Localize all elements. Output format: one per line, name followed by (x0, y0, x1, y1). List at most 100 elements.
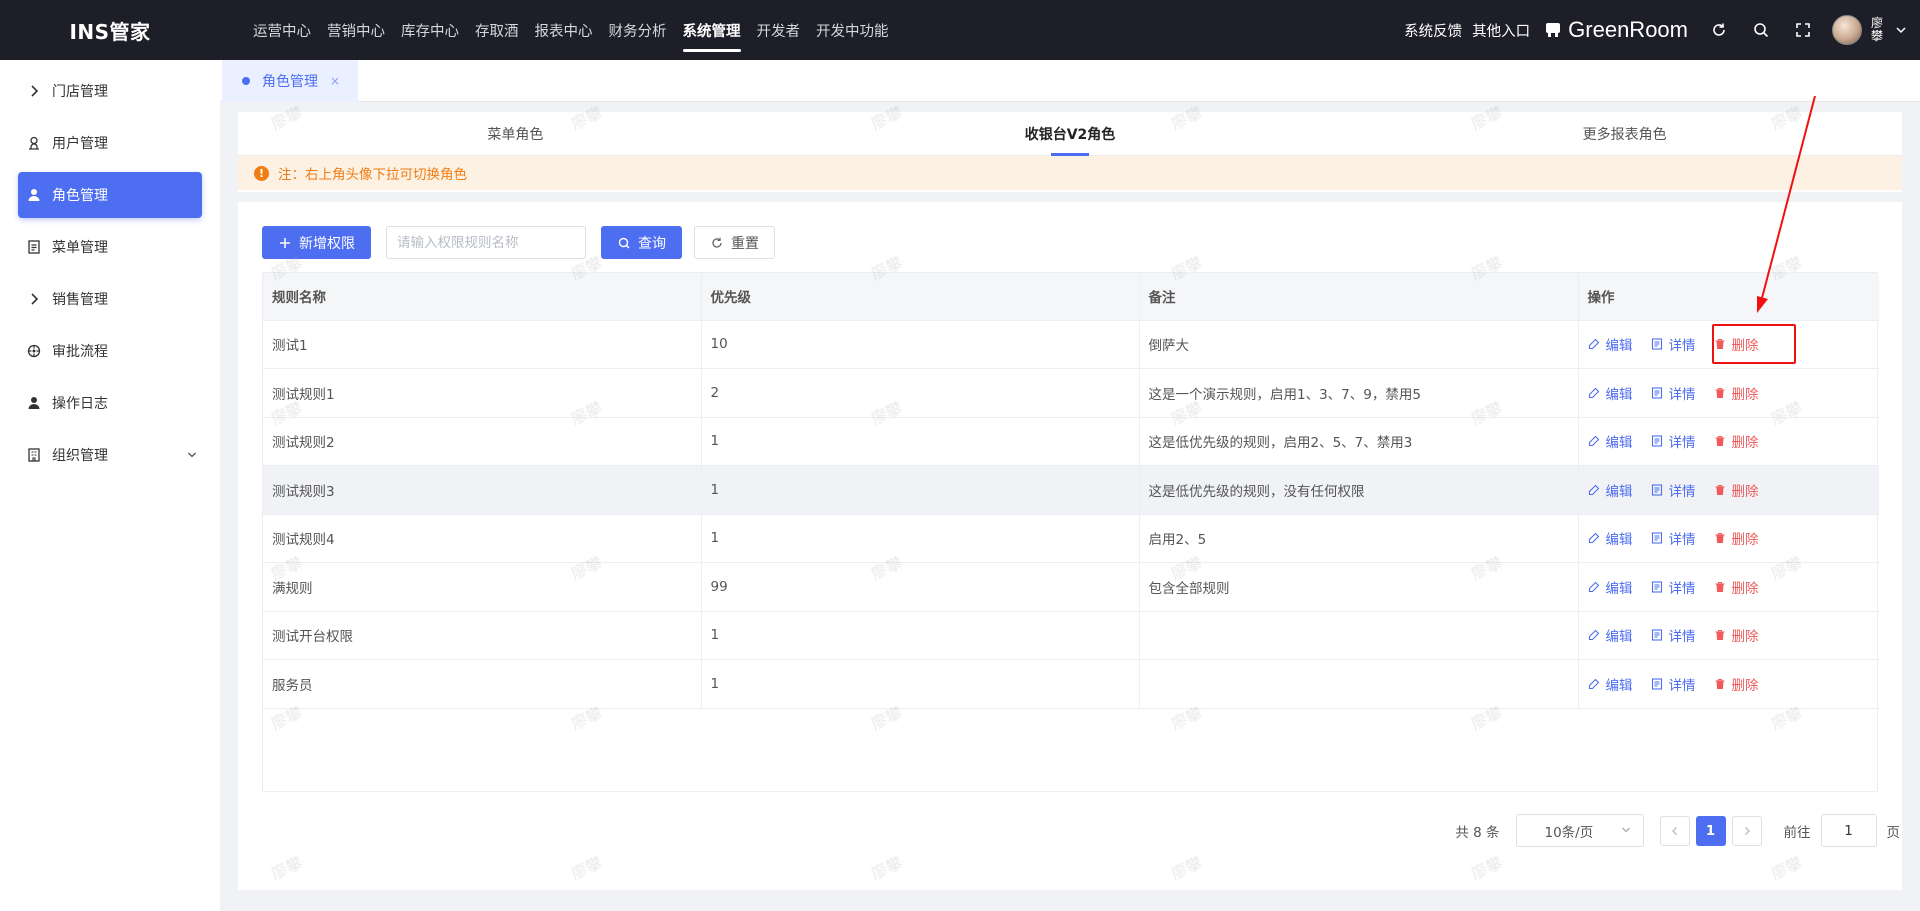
feedback-link[interactable]: 系统反馈 (1404, 20, 1462, 41)
next-page-button[interactable] (1731, 815, 1762, 846)
edit-button[interactable]: 编辑 (1588, 528, 1633, 548)
detail-button[interactable]: 详情 (1651, 674, 1696, 694)
top-nav: 运营中心 营销中心 库存中心 存取酒 报表中心 财务分析 系统管理 开发者 开发… (245, 0, 897, 60)
table-header-row: 规则名称 优先级 备注 操作 (263, 273, 1879, 321)
topnav-item-inventory[interactable]: 库存中心 (393, 0, 467, 60)
delete-button[interactable]: 删除 (1714, 674, 1759, 694)
detail-button[interactable]: 详情 (1651, 383, 1696, 403)
reset-button[interactable]: 重置 (694, 226, 775, 259)
fullscreen-icon[interactable] (1792, 19, 1814, 41)
delete-button[interactable]: 删除 (1714, 480, 1759, 500)
cell-priority: 1 (701, 417, 1140, 466)
cell-rule-name: 测试1 (263, 320, 702, 369)
sidebar-item-approval-flow[interactable]: 审批流程 (18, 328, 202, 374)
cell-actions: 编辑 详情 删除 (1578, 320, 1879, 369)
edit-button[interactable]: 编辑 (1588, 577, 1633, 597)
delete-button[interactable]: 删除 (1714, 528, 1759, 548)
sidebar-item-role-management[interactable]: 角色管理 (18, 172, 202, 218)
refresh-icon[interactable] (1708, 19, 1730, 41)
cell-actions: 编辑 详情 删除 (1578, 611, 1879, 660)
detail-button[interactable]: 详情 (1651, 431, 1696, 451)
sidebar-item-user-management[interactable]: 用户管理 (18, 120, 202, 166)
sidebar-item-menu-management[interactable]: 菜单管理 (18, 224, 202, 270)
topnav-item-reports[interactable]: 报表中心 (527, 0, 601, 60)
cell-priority: 2 (701, 368, 1140, 418)
edit-label: 编辑 (1605, 532, 1633, 549)
sidebar-item-operation-log[interactable]: 操作日志 (18, 380, 202, 426)
topnav-item-developer[interactable]: 开发者 (749, 0, 809, 60)
refresh-icon (710, 236, 724, 250)
edit-button[interactable]: 编辑 (1588, 334, 1633, 354)
page-number-current[interactable]: 1 (1695, 815, 1726, 846)
header-priority: 优先级 (701, 273, 1140, 321)
edit-icon (1588, 484, 1600, 496)
cell-priority: 1 (701, 514, 1140, 563)
detail-icon (1651, 629, 1663, 641)
close-icon[interactable]: × (330, 74, 340, 88)
edit-icon (1588, 435, 1600, 447)
edit-label: 编辑 (1605, 386, 1633, 403)
topnav-item-operations[interactable]: 运营中心 (245, 0, 319, 60)
store-switcher[interactable]: GreenRoom (1568, 17, 1688, 43)
detail-label: 详情 (1668, 580, 1696, 597)
tab-menu-role[interactable]: 菜单角色 (238, 112, 793, 155)
tab-cashier-v2-role[interactable]: 收银台V2角色 (793, 112, 1348, 156)
pagination: 共 8 条 10条/页 1 前往 页 (1455, 814, 1902, 847)
reset-label: 重置 (731, 235, 759, 252)
detail-button[interactable]: 详情 (1651, 577, 1696, 597)
tab-more-report-role[interactable]: 更多报表角色 (1347, 112, 1902, 155)
delete-button[interactable]: 删除 (1714, 383, 1759, 403)
add-permission-button[interactable]: 新增权限 (262, 226, 371, 259)
query-button[interactable]: 查询 (601, 226, 682, 259)
sidebar-item-label: 门店管理 (52, 84, 108, 100)
delete-button[interactable]: 删除 (1714, 431, 1759, 451)
detail-button[interactable]: 详情 (1651, 334, 1696, 354)
chevron-down-icon[interactable] (1894, 23, 1908, 37)
edit-label: 编辑 (1605, 629, 1633, 646)
search-input[interactable] (386, 226, 586, 259)
topnav-item-marketing[interactable]: 营销中心 (319, 0, 393, 60)
topnav-item-in-development[interactable]: 开发中功能 (808, 0, 897, 60)
page-tab-role-management[interactable]: 角色管理 × (222, 60, 358, 102)
detail-button[interactable]: 详情 (1651, 480, 1696, 500)
avatar[interactable] (1832, 15, 1862, 45)
store-icon (1544, 21, 1562, 39)
sidebar-item-store-management[interactable]: 门店管理 (18, 68, 202, 114)
edit-button[interactable]: 编辑 (1588, 431, 1633, 451)
edit-button[interactable]: 编辑 (1588, 480, 1633, 500)
detail-button[interactable]: 详情 (1651, 625, 1696, 645)
edit-button[interactable]: 编辑 (1588, 625, 1633, 645)
sidebar-item-label: 角色管理 (52, 188, 108, 204)
sidebar-item-label: 销售管理 (52, 292, 108, 308)
other-entry-link[interactable]: 其他入口 (1472, 20, 1530, 41)
user-name[interactable]: 廖攀 (1870, 17, 1884, 43)
edit-button[interactable]: 编辑 (1588, 383, 1633, 403)
delete-button[interactable]: 删除 (1714, 625, 1759, 645)
trash-icon (1714, 338, 1726, 350)
sidebar-item-sales-management[interactable]: 销售管理 (18, 276, 202, 322)
delete-button[interactable]: 删除 (1714, 577, 1759, 597)
edit-button[interactable]: 编辑 (1588, 674, 1633, 694)
edit-label: 编辑 (1605, 435, 1633, 452)
detail-icon (1651, 387, 1663, 399)
cell-note (1139, 611, 1579, 660)
search-icon[interactable] (1750, 19, 1772, 41)
top-bar: INS管家 运营中心 营销中心 库存中心 存取酒 报表中心 财务分析 系统管理 … (0, 0, 1920, 60)
sidebar-item-org-management[interactable]: 组织管理 (18, 432, 202, 478)
cell-actions: 编辑 详情 删除 (1578, 562, 1879, 612)
chevron-down-icon (186, 449, 198, 461)
detail-button[interactable]: 详情 (1651, 528, 1696, 548)
topnav-item-wine-storage[interactable]: 存取酒 (467, 0, 527, 60)
goto-page-input[interactable] (1820, 814, 1877, 847)
page-size-select[interactable]: 10条/页 (1515, 814, 1644, 847)
edit-label: 编辑 (1605, 580, 1633, 597)
page-tab-label: 角色管理 (262, 74, 318, 90)
topnav-item-finance[interactable]: 财务分析 (601, 0, 675, 60)
cell-rule-name: 服务员 (263, 659, 702, 709)
detail-label: 详情 (1668, 629, 1696, 646)
prev-page-button[interactable] (1659, 815, 1690, 846)
topnav-item-system[interactable]: 系统管理 (675, 0, 749, 60)
delete-button[interactable]: 删除 (1714, 334, 1759, 354)
detail-icon (1651, 435, 1663, 447)
table-row: 测试规则2 1 这是低优先级的规则，启用2、5、7、禁用3 编辑 详情 删除 (263, 417, 1879, 466)
